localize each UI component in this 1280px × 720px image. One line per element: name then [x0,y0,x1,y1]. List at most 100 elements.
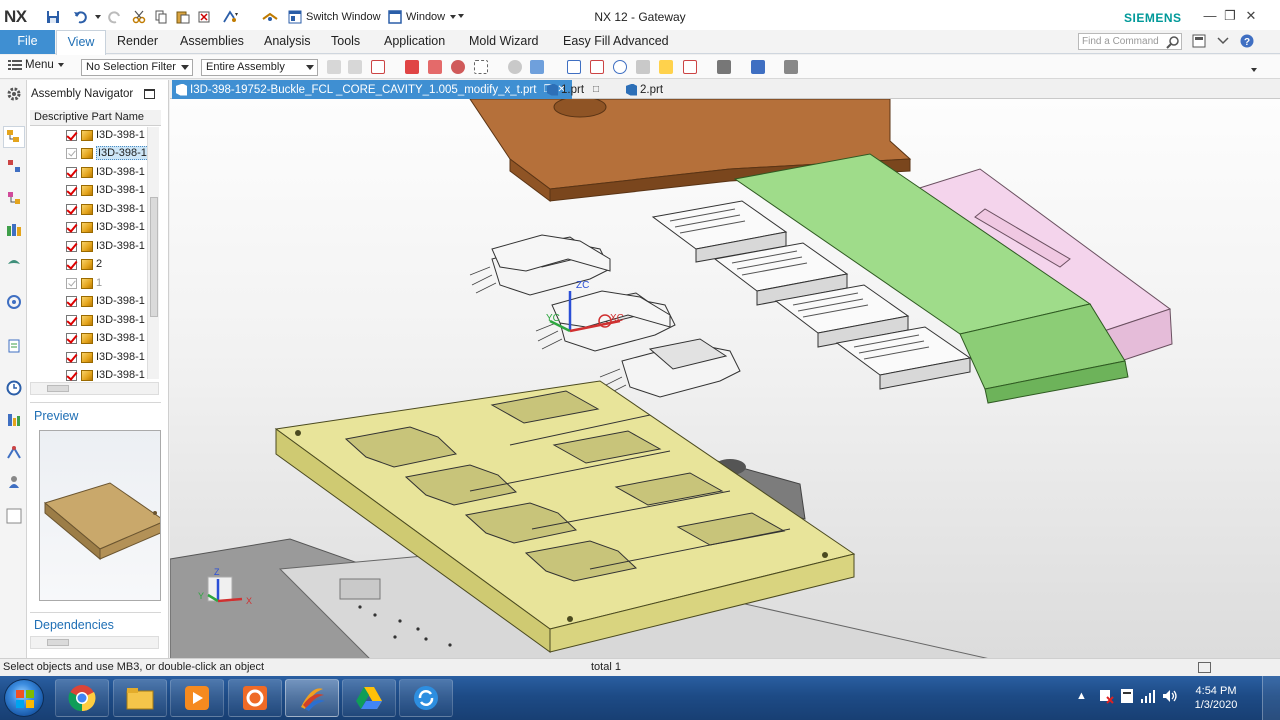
start-button[interactable] [4,679,44,717]
switch-window-button[interactable]: Switch Window [288,8,381,26]
show-hide-icon[interactable] [405,60,419,74]
shaded-icon[interactable] [530,60,544,74]
visibility-checkbox[interactable] [66,332,77,344]
show-desktop-button[interactable] [1262,676,1280,720]
rotate-icon[interactable] [613,60,627,74]
scroll-thumb[interactable] [150,197,158,317]
zoom-icon[interactable] [567,60,581,74]
tree-row[interactable]: I3D-398-1 [30,181,150,199]
visibility-checkbox[interactable] [66,166,77,178]
tab-easy-fill-advanced[interactable]: Easy Fill Advanced [561,30,671,54]
assembly-navigator-icon[interactable] [3,126,25,148]
visibility-checkbox[interactable] [66,369,77,381]
scroll-thumb[interactable] [47,639,69,646]
tree-row[interactable]: I3D-398-1 [30,311,150,329]
tree-row[interactable]: I3D-398-1 [30,200,150,218]
filter-icon[interactable] [451,60,465,74]
restore-icon[interactable]: ❐ [1220,8,1240,24]
delete-icon[interactable] [197,8,211,26]
visibility-checkbox[interactable] [66,277,77,289]
preview-section-header[interactable]: Preview [34,409,78,423]
dependencies-section-header[interactable]: Dependencies [34,618,114,632]
minimize-icon[interactable]: — [1200,8,1220,23]
tab-application[interactable]: Application [382,30,447,54]
help-icon[interactable]: ? [1240,34,1256,50]
fit-icon[interactable] [508,60,522,74]
tree-row[interactable]: 1 [30,274,150,292]
explorer-icon[interactable] [113,679,167,717]
nx-icon[interactable] [285,679,339,717]
save-icon[interactable] [46,8,60,26]
search-icon[interactable] [1166,35,1182,51]
ribbon-options-icon[interactable] [1192,34,1208,50]
tree-row[interactable]: I3D-398-1 [30,292,150,310]
column-header-descriptive-part-name[interactable]: Descriptive Part Name [30,110,161,126]
navigator-horizontal-scrollbar[interactable] [30,382,159,395]
menu-button[interactable]: Menu [8,59,65,71]
repeat-command-icon[interactable] [222,8,238,26]
touch-mode-icon[interactable] [262,8,278,26]
tree-row[interactable]: I3D-398-1 [30,163,150,181]
doc-tab-2prt[interactable]: 2.prt [626,80,663,99]
volume-icon[interactable] [1162,688,1178,707]
tree-row[interactable]: I3D-398-1 [30,348,150,366]
rectangle-select-icon[interactable] [474,60,488,74]
tree-row[interactable]: I3D-398-1 [30,329,150,347]
visibility-checkbox[interactable] [66,240,77,252]
toolbar-more-icon[interactable] [1250,63,1258,72]
redo-icon[interactable] [108,8,122,26]
section-view-icon[interactable] [784,60,798,74]
tab-mold-wizard[interactable]: Mold Wizard [467,30,540,54]
chrome-icon[interactable] [55,679,109,717]
general-selection-icon[interactable] [327,60,341,74]
selection-scope-select[interactable]: Entire Assembly [201,59,318,76]
clock-icon[interactable] [6,380,22,396]
media-player-icon[interactable] [170,679,224,717]
tab-file[interactable]: File [0,30,55,54]
copy-icon[interactable] [154,8,168,26]
dependencies-scrollbar[interactable] [30,636,159,649]
hd3d-tools-icon[interactable] [6,254,22,270]
visibility-checkbox[interactable] [66,258,77,270]
system-scenes-icon[interactable] [6,508,22,524]
reuse-library-icon[interactable] [6,222,22,238]
visibility-checkbox[interactable] [66,147,77,159]
tree-row[interactable]: I3D-398-1 [30,237,150,255]
doc-tab-1prt[interactable]: 1.prt □ [547,80,599,99]
visibility-checkbox[interactable] [66,295,77,307]
action-center-icon[interactable] [1098,688,1114,707]
visibility-checkbox[interactable] [66,184,77,196]
manufacturing-wizard-icon[interactable] [6,444,22,460]
undo-dropdown-icon[interactable] [94,8,102,26]
selection-intent-icon[interactable] [348,60,362,74]
settings-gear-icon[interactable] [6,86,22,102]
tab-analysis[interactable]: Analysis [262,30,313,54]
orient-view-icon[interactable] [751,60,765,74]
window-menu-button[interactable]: Window [388,8,465,26]
minimize-ribbon-icon[interactable] [1216,34,1232,50]
roles-icon[interactable] [6,474,22,490]
tray-overflow-icon[interactable]: ▲ [1076,690,1087,702]
network-icon[interactable] [1140,688,1156,707]
visibility-checkbox[interactable] [66,351,77,363]
close-icon[interactable]: ✕ [1241,8,1261,24]
history-icon[interactable] [6,338,22,354]
tree-row[interactable]: I3D-398-1 [30,126,150,144]
tab-render[interactable]: Render [115,30,160,54]
paste-icon[interactable] [176,8,190,26]
undo-icon[interactable] [73,8,87,26]
constraint-navigator-icon[interactable] [6,158,22,174]
maximize-panel-icon[interactable] [144,89,155,99]
full-screen-icon[interactable] [1198,662,1211,673]
snap-point-icon[interactable] [371,60,385,74]
layer-icon[interactable] [683,60,697,74]
visibility-checkbox[interactable] [66,129,77,141]
scroll-thumb[interactable] [47,385,69,392]
tab-view[interactable]: View [56,30,106,55]
cut-icon[interactable] [132,8,146,26]
process-studio-icon[interactable] [6,412,22,428]
taskbar-clock[interactable]: 4:54 PM 1/3/2020 [1186,684,1246,712]
graphics-window[interactable]: ZC YC XC Z Y X [170,99,1280,658]
web-browser-icon[interactable] [6,294,22,310]
tray-app-icon[interactable] [1120,688,1134,707]
